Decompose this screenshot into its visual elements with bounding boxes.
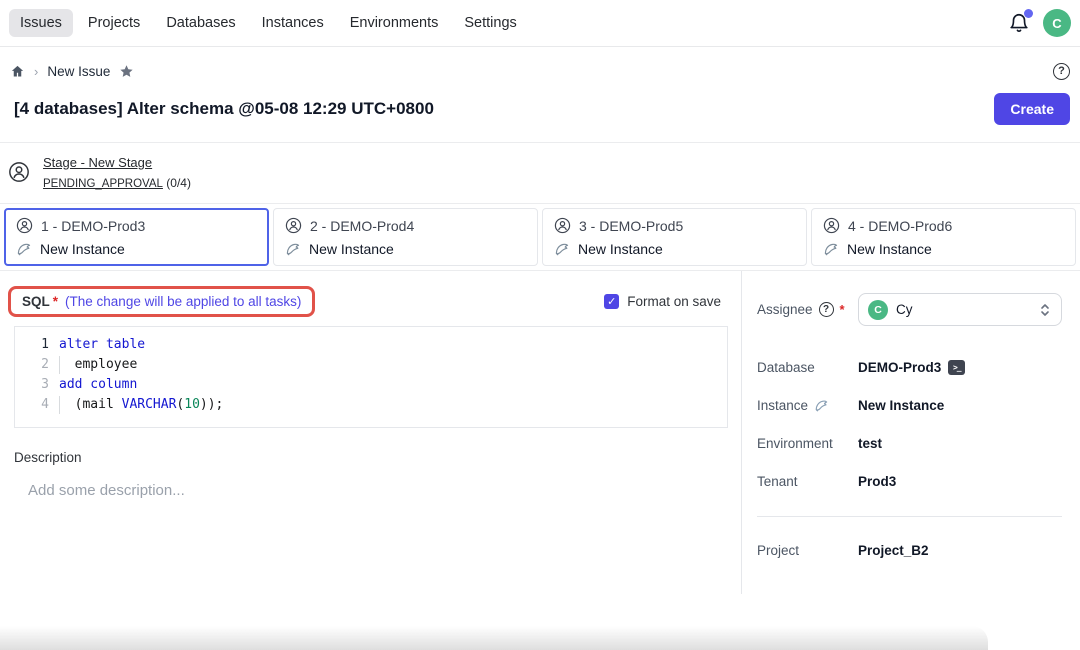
sql-editor-link-icon[interactable]: >_ xyxy=(948,360,965,375)
task-card-4[interactable]: 4 - DEMO-Prod6 New Instance xyxy=(811,208,1076,266)
notification-bell-icon[interactable] xyxy=(1008,12,1030,34)
task-person-icon xyxy=(285,217,302,234)
user-avatar[interactable]: C xyxy=(1043,9,1071,37)
task-instance-label: New Instance xyxy=(40,241,125,257)
stage-status-link[interactable]: PENDING_APPROVAL xyxy=(43,178,163,190)
line-number: 4 xyxy=(15,395,59,415)
notification-dot xyxy=(1024,9,1033,18)
breadcrumb-separator-icon: › xyxy=(34,64,38,79)
format-on-save-label: Format on save xyxy=(627,294,721,309)
issue-sidebar: Assignee ? * C Cy Database xyxy=(742,271,1080,594)
environment-label: Environment xyxy=(757,436,858,451)
stage-person-icon xyxy=(8,161,30,183)
field-instance: Instance New Instance xyxy=(757,398,1062,413)
help-icon[interactable]: ? xyxy=(1053,63,1070,80)
project-label: Project xyxy=(757,543,858,558)
task-card-3[interactable]: 3 - DEMO-Prod5 New Instance xyxy=(542,208,807,266)
sql-required-mark: * xyxy=(53,294,58,309)
chevron-updown-icon xyxy=(1038,302,1052,318)
sql-note: (The change will be applied to all tasks… xyxy=(65,294,301,309)
environment-value: test xyxy=(858,436,882,451)
mysql-dolphin-icon xyxy=(554,241,570,257)
home-icon[interactable] xyxy=(10,64,25,79)
format-on-save-checkbox[interactable]: ✓ xyxy=(604,294,619,309)
assignee-help-icon[interactable]: ? xyxy=(819,302,834,317)
nav-item-settings[interactable]: Settings xyxy=(453,9,527,37)
nav-item-issues[interactable]: Issues xyxy=(9,9,73,37)
sql-editor[interactable]: 1 alter table 2 employee 3 add column 4 … xyxy=(14,326,728,428)
nav-item-projects[interactable]: Projects xyxy=(77,9,151,37)
mysql-dolphin-icon xyxy=(823,241,839,257)
assignee-label: Assignee xyxy=(757,302,813,317)
code-line: 3 add column xyxy=(15,375,727,395)
task-person-icon xyxy=(554,217,571,234)
code-line: 4 (mail VARCHAR(10)); xyxy=(15,395,727,415)
project-value[interactable]: Project_B2 xyxy=(858,543,929,558)
instance-label: Instance xyxy=(757,398,808,413)
create-button[interactable]: Create xyxy=(994,93,1070,125)
field-environment: Environment test xyxy=(757,436,1062,451)
line-number: 1 xyxy=(15,335,59,355)
title-row: [4 databases] Alter schema @05-08 12:29 … xyxy=(0,93,1080,143)
assignee-avatar: C xyxy=(868,300,888,320)
sidebar-divider xyxy=(757,516,1062,517)
description-label: Description xyxy=(14,450,741,465)
task-card-label: 2 - DEMO-Prod4 xyxy=(310,218,414,234)
tenant-label: Tenant xyxy=(757,474,858,489)
assignee-required-mark: * xyxy=(840,302,845,317)
breadcrumb-current[interactable]: New Issue xyxy=(47,64,110,79)
code-line: 2 employee xyxy=(15,355,727,375)
field-project: Project Project_B2 xyxy=(757,543,1062,558)
indent-guide xyxy=(59,356,60,374)
database-label: Database xyxy=(757,360,858,375)
indent-guide xyxy=(59,396,60,414)
task-card-2[interactable]: 2 - DEMO-Prod4 New Instance xyxy=(273,208,538,266)
task-card-label: 4 - DEMO-Prod6 xyxy=(848,218,952,234)
mysql-dolphin-icon xyxy=(16,241,32,257)
task-instance-label: New Instance xyxy=(309,241,394,257)
mysql-dolphin-icon xyxy=(814,398,829,413)
stage-progress: (0/4) xyxy=(166,176,191,190)
sql-label: SQL xyxy=(22,294,50,309)
page-title: [4 databases] Alter schema @05-08 12:29 … xyxy=(14,99,434,119)
line-number: 3 xyxy=(15,375,59,395)
stage-section: Stage - New Stage PENDING_APPROVAL (0/4) xyxy=(0,143,1080,204)
stage-name-link[interactable]: Stage - New Stage xyxy=(43,155,152,170)
star-icon[interactable] xyxy=(119,64,134,79)
task-cards-row: 1 - DEMO-Prod3 New Instance 2 - DEMO-Pro… xyxy=(0,204,1080,271)
stage-status-line: PENDING_APPROVAL (0/4) xyxy=(43,176,191,190)
task-person-icon xyxy=(823,217,840,234)
code-line: 1 alter table xyxy=(15,335,727,355)
task-card-1[interactable]: 1 - DEMO-Prod3 New Instance xyxy=(4,208,269,266)
nav-item-databases[interactable]: Databases xyxy=(155,9,246,37)
tenant-value: Prod3 xyxy=(858,474,896,489)
database-value: DEMO-Prod3 xyxy=(858,360,941,375)
mysql-dolphin-icon xyxy=(285,241,301,257)
sql-label-highlight-box: SQL * (The change will be applied to all… xyxy=(8,286,315,317)
task-instance-label: New Instance xyxy=(578,241,663,257)
top-navigation: Issues Projects Databases Instances Envi… xyxy=(0,0,1080,47)
issue-page: Issues Projects Databases Instances Envi… xyxy=(0,0,1080,650)
sql-panel: SQL * (The change will be applied to all… xyxy=(0,271,742,594)
assignee-select[interactable]: C Cy xyxy=(858,293,1062,326)
line-number: 2 xyxy=(15,355,59,375)
main-area: SQL * (The change will be applied to all… xyxy=(0,271,1080,594)
assignee-row: Assignee ? * C Cy xyxy=(757,293,1062,326)
instance-value: New Instance xyxy=(858,398,944,413)
bottom-shadow-band xyxy=(0,626,988,650)
task-instance-label: New Instance xyxy=(847,241,932,257)
task-card-label: 3 - DEMO-Prod5 xyxy=(579,218,683,234)
nav-item-instances[interactable]: Instances xyxy=(251,9,335,37)
task-person-icon xyxy=(16,217,33,234)
assignee-value: Cy xyxy=(896,302,913,317)
field-database: Database DEMO-Prod3 >_ xyxy=(757,360,1062,375)
nav-item-environments[interactable]: Environments xyxy=(339,9,450,37)
format-on-save-toggle[interactable]: ✓ Format on save xyxy=(604,294,721,309)
breadcrumb: › New Issue ? xyxy=(0,47,1080,81)
task-card-label: 1 - DEMO-Prod3 xyxy=(41,218,145,234)
field-tenant: Tenant Prod3 xyxy=(757,474,1062,489)
description-input[interactable]: Add some description... xyxy=(28,482,741,499)
